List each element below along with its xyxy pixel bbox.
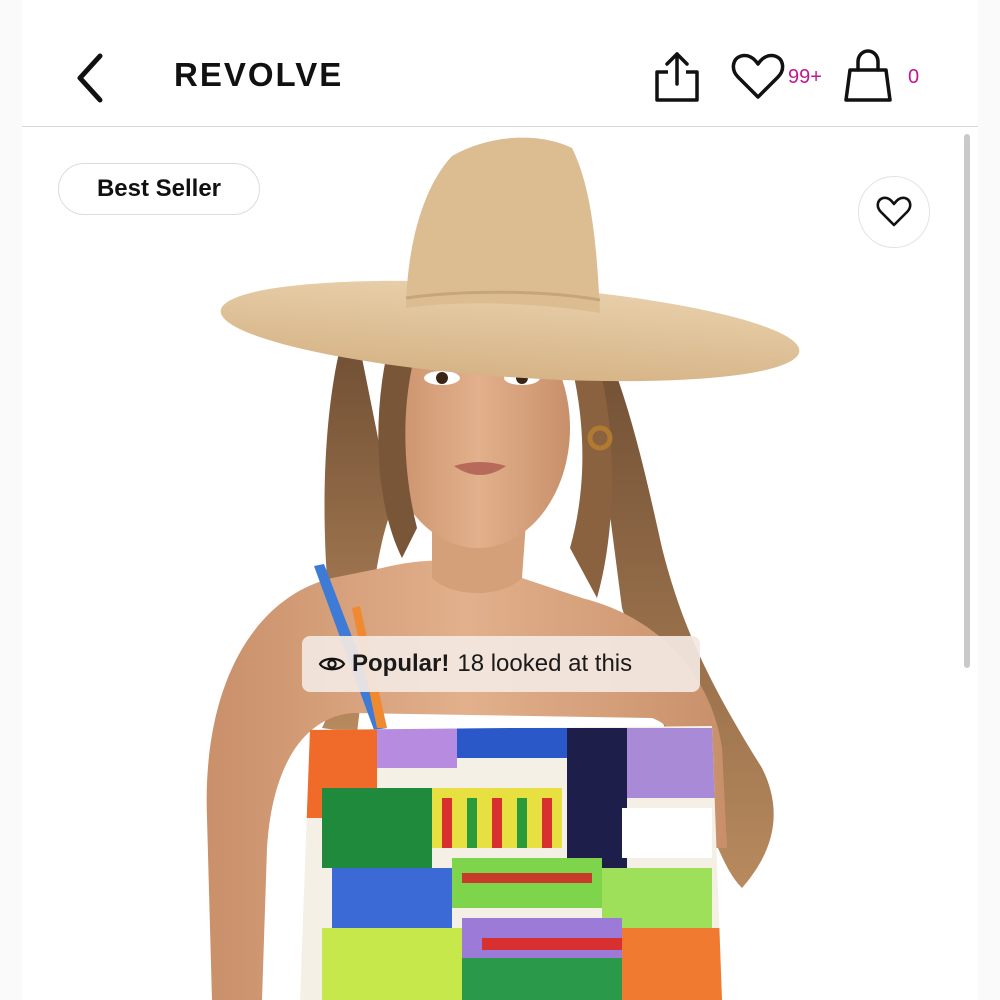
top-nav-bar: REVOLVE 99+ 0 [22,0,978,127]
popular-text: 18 looked at this [457,650,633,677]
wishlist-button[interactable] [730,52,786,102]
shopping-bag-icon [844,49,892,102]
popular-label: Popular! [352,650,450,677]
product-photo[interactable] [22,128,978,1000]
product-detail-screen: REVOLVE 99+ 0 Best Seller Popular! 18 lo… [0,0,1000,1000]
popularity-indicator: Popular! 18 looked at this [302,636,700,692]
eye-icon [318,657,346,671]
scrollbar[interactable] [964,134,970,668]
bag-count: 0 [908,66,920,88]
back-button[interactable] [72,48,112,108]
product-image-gallery[interactable]: Best Seller Popular! 18 looked at this [22,128,978,1000]
wishlist-count: 99+ [788,66,822,88]
chevron-left-icon [77,53,103,103]
share-button[interactable] [654,50,700,104]
shopping-bag-button[interactable] [840,48,896,104]
heart-outline-icon [876,196,912,227]
best-seller-badge: Best Seller [58,163,260,215]
heart-icon [731,53,785,99]
share-icon [655,52,699,102]
brand-logo[interactable]: REVOLVE [174,56,343,94]
add-to-favorites-button[interactable] [858,176,930,248]
